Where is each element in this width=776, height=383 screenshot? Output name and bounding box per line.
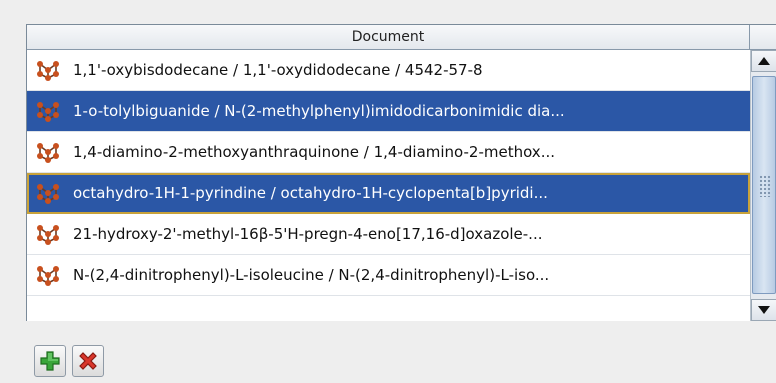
molecule-icon [37, 225, 59, 245]
table-body: 1,1'-oxybisdodecane / 1,1'-oxydidodecane… [27, 50, 750, 321]
row-text: 21-hydroxy-2'-methyl-16β-5'H-pregn-4-eno… [73, 225, 543, 243]
add-button[interactable] [34, 345, 66, 377]
arrow-down-icon [758, 306, 770, 314]
header-corner [750, 25, 776, 50]
scroll-up-button[interactable] [751, 50, 776, 72]
table-row[interactable]: 21-hydroxy-2'-methyl-16β-5'H-pregn-4-eno… [27, 214, 750, 255]
remove-button[interactable] [72, 345, 104, 377]
molecule-icon [37, 143, 59, 163]
table-row[interactable]: 1-o-tolylbiguanide / N-(2-methylphenyl)i… [27, 91, 750, 132]
arrow-up-icon [758, 57, 770, 65]
table-row[interactable]: N-(2,4-dinitrophenyl)-L-isoleucine / N-(… [27, 255, 750, 296]
grip-icon [759, 175, 771, 197]
row-text: 1,1'-oxybisdodecane / 1,1'-oxydidodecane… [73, 61, 483, 79]
remove-icon [79, 352, 97, 370]
molecule-icon [37, 184, 59, 204]
row-text: N-(2,4-dinitrophenyl)-L-isoleucine / N-(… [73, 266, 550, 284]
vertical-scrollbar[interactable] [750, 50, 776, 321]
scroll-thumb[interactable] [752, 76, 776, 294]
scroll-down-button[interactable] [751, 299, 776, 321]
toolbar [34, 345, 104, 377]
table-row[interactable]: octahydro-1H-1-pyrindine / octahydro-1H-… [27, 173, 750, 214]
row-text: 1-o-tolylbiguanide / N-(2-methylphenyl)i… [73, 102, 565, 120]
row-text: octahydro-1H-1-pyrindine / octahydro-1H-… [73, 184, 548, 202]
column-header-document[interactable]: Document [27, 25, 750, 50]
table-row[interactable]: 1,4-diamino-2-methoxyanthraquinone / 1,4… [27, 132, 750, 173]
document-panel: Document 1,1'-oxybisdodecane / 1,1'-oxyd… [0, 0, 776, 383]
molecule-icon [37, 61, 59, 81]
table-row[interactable]: 1,1'-oxybisdodecane / 1,1'-oxydidodecane… [27, 50, 750, 91]
document-table: Document 1,1'-oxybisdodecane / 1,1'-oxyd… [26, 24, 776, 321]
add-icon [40, 351, 60, 371]
row-text: 1,4-diamino-2-methoxyanthraquinone / 1,4… [73, 143, 555, 161]
molecule-icon [37, 266, 59, 286]
molecule-icon [37, 102, 59, 122]
